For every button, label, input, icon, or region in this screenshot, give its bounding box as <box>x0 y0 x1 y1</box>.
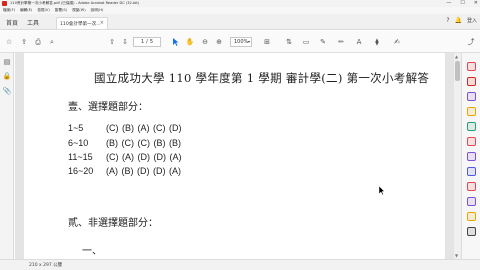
bookmark-add-icon[interactable]: ☆ <box>4 37 14 47</box>
draw-icon[interactable]: ✏ <box>336 37 346 47</box>
answer-range: 1~5 <box>68 123 84 133</box>
partial-line: 一、 <box>82 246 102 257</box>
scroll-down-icon[interactable]: ▼ <box>455 253 458 258</box>
answer-letters: (C) (A) (D) (D) (A) <box>106 152 182 162</box>
answer-letters: (A) (B) (D) (D) (A) <box>106 166 181 176</box>
zoom-value: 100% <box>234 39 249 45</box>
answer-row: 11~15 (C) (A) (D) (D) (A) <box>68 152 328 164</box>
menu-file[interactable]: 檔案(F) <box>3 8 15 13</box>
maximize-button[interactable]: ☐ <box>460 0 464 7</box>
export-pdf-icon[interactable] <box>467 62 476 71</box>
window-controls: — ☐ ✕ <box>446 0 478 7</box>
sign-icon[interactable]: ✍ <box>392 37 402 47</box>
bell-icon[interactable]: 🔔 <box>455 17 462 24</box>
chevron-down-icon: ▾ <box>247 39 250 44</box>
document-tab-label: 110會計學第一次... <box>60 21 101 27</box>
more-tools-icon[interactable] <box>467 227 476 236</box>
toolbar: ☆ ⇪ ⎙ ⌕ ⇧ ⇩ 1 / 5 ✋ ⊖ ⊕ 100% ▾ ⊞ ⇅ ▭ ✎ ✏… <box>0 31 480 53</box>
menu-edit[interactable]: 編輯(E) <box>20 8 32 13</box>
scroll-thumb[interactable] <box>455 61 460 81</box>
minimize-button[interactable]: — <box>446 0 451 7</box>
document-viewport[interactable]: 國立成功大學 110 學年度第 1 學期 審計學(二) 第一次小考解答 壹、選擇… <box>15 53 454 259</box>
scroll-up-icon[interactable]: ▲ <box>455 54 458 59</box>
zoom-select[interactable]: 100% ▾ <box>230 37 252 47</box>
fit-page-icon[interactable]: ⊞ <box>262 37 272 47</box>
next-page-icon[interactable]: ⇩ <box>120 37 130 47</box>
page-separator: / <box>146 39 148 45</box>
organize-pages-icon[interactable] <box>467 137 476 146</box>
page-dimensions: 210 x 297 公釐 <box>29 263 63 268</box>
redact-icon[interactable] <box>467 167 476 176</box>
lock-icon[interactable]: 🔒 <box>3 72 12 80</box>
acrobat-logo-icon <box>2 1 7 6</box>
combine-files-icon[interactable] <box>467 122 476 131</box>
answer-range: 6~10 <box>68 138 89 148</box>
protect-icon[interactable] <box>467 182 476 191</box>
current-page: 1 <box>140 39 145 45</box>
answer-row: 16~20 (A) (B) (D) (D) (A) <box>68 166 328 178</box>
tab-bar: 首頁 工具 110會計學第一次... × ? 🔔 登入 <box>0 14 480 30</box>
answer-row: 6~10 (B) (C) (C) (B) (B) <box>68 138 328 150</box>
menu-view[interactable]: 檢視(V) <box>37 8 49 13</box>
left-nav-panel: ▤ 🔒 📎 <box>0 53 14 259</box>
compress-pdf-icon[interactable] <box>467 152 476 161</box>
menu-window[interactable]: 視窗(W) <box>72 8 86 13</box>
answer-row: 1~5 (C) (B) (A) (C) (D) <box>68 123 328 135</box>
help-icon[interactable]: ? <box>446 17 449 24</box>
attachment-icon[interactable]: 📎 <box>3 87 12 95</box>
zoom-out-icon[interactable]: ⊖ <box>200 37 210 47</box>
close-window-button[interactable]: ✕ <box>474 0 478 7</box>
scroll-mode-icon[interactable]: ⇅ <box>284 37 294 47</box>
tab-tools[interactable]: 工具 <box>27 18 39 27</box>
close-tab-icon[interactable]: × <box>100 20 104 26</box>
create-pdf-icon[interactable] <box>467 77 476 86</box>
select-cursor-icon[interactable] <box>171 37 181 47</box>
section-heading: 貳、非選擇題部分： <box>68 218 158 229</box>
menu-sign[interactable]: 簽署(S) <box>55 8 67 13</box>
print-icon[interactable]: ⎙ <box>33 37 43 47</box>
comment-tool-icon[interactable] <box>467 107 476 116</box>
answer-range: 16~20 <box>68 166 94 176</box>
search-icon[interactable]: ⌕ <box>47 37 57 47</box>
window-title: 110會計學第一次小考解答.pdf (已保護) - Adobe Acrobat … <box>10 1 140 5</box>
mouse-cursor-icon <box>379 186 385 195</box>
title-bar: 110會計學第一次小考解答.pdf (已保護) - Adobe Acrobat … <box>0 0 480 7</box>
vertical-scrollbar[interactable]: ▲ ▼ <box>454 53 461 259</box>
hand-tool-icon[interactable]: ✋ <box>185 37 195 47</box>
upload-icon[interactable]: ⇪ <box>19 37 29 47</box>
page-number-field[interactable]: 1 / 5 <box>133 37 161 47</box>
text-icon[interactable]: A <box>354 37 364 47</box>
answer-letters: (B) (C) (C) (B) (B) <box>106 138 181 148</box>
status-bar: 210 x 297 公釐 <box>0 259 480 270</box>
pdf-page: 國立成功大學 110 學年度第 1 學期 審計學(二) 第一次小考解答 壹、選擇… <box>24 53 445 259</box>
menu-bar: 檔案(F) 編輯(E) 檢視(V) 簽署(S) 視窗(W) 說明(H) <box>0 7 480 14</box>
total-pages: 5 <box>149 39 154 45</box>
document-title: 國立成功大學 110 學年度第 1 學期 審計學(二) 第一次小考解答 <box>94 71 430 85</box>
edit-pdf-icon[interactable] <box>467 92 476 101</box>
stamp-icon[interactable]: ⧫ <box>372 37 382 47</box>
answer-range: 11~15 <box>68 152 93 162</box>
zoom-in-icon[interactable]: ⊕ <box>214 37 224 47</box>
fill-sign-icon[interactable] <box>467 197 476 206</box>
menu-help[interactable]: 說明(H) <box>91 8 104 13</box>
highlight-icon[interactable]: ✎ <box>318 37 328 47</box>
share-icon[interactable]: ⤴ <box>466 37 476 47</box>
section-heading: 壹、選擇題部分： <box>68 102 148 113</box>
tab-home[interactable]: 首頁 <box>6 18 18 27</box>
page-thumbnails-icon[interactable]: ▤ <box>3 58 11 66</box>
account-area: ? 🔔 登入 <box>446 17 477 24</box>
comment-icon[interactable]: ▭ <box>301 37 311 47</box>
tab-document[interactable]: 110會計學第一次... × <box>56 17 108 29</box>
right-tools-panel <box>461 53 480 259</box>
send-for-signature-icon[interactable] <box>467 212 476 221</box>
prev-page-icon[interactable]: ⇧ <box>107 37 117 47</box>
sign-in-button[interactable]: 登入 <box>467 17 477 24</box>
answer-letters: (C) (B) (A) (C) (D) <box>106 123 182 133</box>
